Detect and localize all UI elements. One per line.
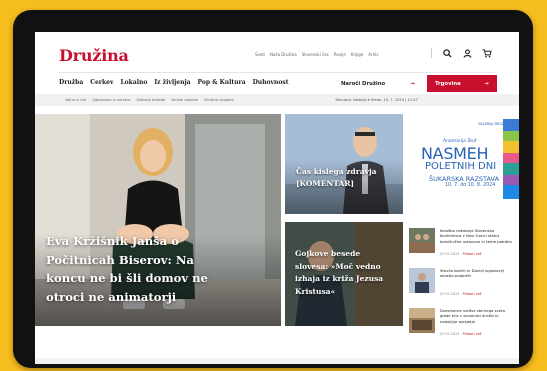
news-list: Koroška nekdanja Slovenska Konferenca v … <box>409 228 519 348</box>
header-tools <box>431 48 492 58</box>
date-info: Trenutno: Nedelja ▾ Sreda, 10. 7. 2024 |… <box>335 98 418 102</box>
shop-label: Trgovina <box>435 80 461 87</box>
top-link[interactable]: Naša Družina <box>270 52 297 57</box>
news-thumbnail <box>409 308 435 333</box>
news-date: 07.07.2024 <box>440 292 460 296</box>
article-card[interactable]: Čas kislega zdravja [KOMENTAR] <box>285 114 403 214</box>
nav-item-pop-kultura[interactable]: Pop & Kultura <box>198 79 246 86</box>
news-date: 07.07.2024 <box>440 332 460 336</box>
news-meta: 07.07.2024 · Preberi več <box>440 252 482 256</box>
arrow-right-icon: → <box>410 80 415 87</box>
list-item[interactable]: Dvosmerne volitve zbirnega sveta glede k… <box>409 308 519 344</box>
browser-screen: Družina Sveti Naša Družina Slovenski čas… <box>35 32 519 364</box>
ad-subheadline: POLETNIH DNI <box>425 161 497 172</box>
top-links: Sveti Naša Družina Slovenski čas Revije … <box>255 52 379 57</box>
cart-icon[interactable] <box>482 48 492 58</box>
card-photo <box>285 114 403 214</box>
top-link[interactable]: Knjige <box>351 52 363 57</box>
user-icon[interactable] <box>462 48 472 58</box>
news-thumbnail <box>409 268 435 293</box>
top-link[interactable]: Sveti <box>255 52 265 57</box>
nav-item-cerkev[interactable]: Cerkev <box>90 79 113 86</box>
nav-item-lokalno[interactable]: Lokalno <box>120 79 147 86</box>
header-divider <box>59 72 495 73</box>
ad-exhibition: ŠUKARSKA RAZSTAVA <box>429 175 500 183</box>
article-title[interactable]: Gojkove besede slovesa: »Moč vedno izhaj… <box>295 248 395 298</box>
read-more-link[interactable]: Preberi več <box>463 332 482 336</box>
news-thumbnail <box>409 228 435 253</box>
search-icon[interactable] <box>442 48 452 58</box>
read-more-link[interactable]: Preberi več <box>463 252 482 256</box>
read-more-link[interactable]: Preberi več <box>463 292 482 296</box>
news-title[interactable]: Dvosmerne volitve zbirnega sveta glede k… <box>440 308 516 324</box>
news-meta: 07.07.2024 · Preberi več <box>440 332 482 336</box>
tag-link[interactable]: Vojna in mir <box>65 98 86 102</box>
article-card[interactable]: Gojkove besede slovesa: »Moč vedno izhaj… <box>285 222 403 326</box>
tablet-frame: Družina Sveti Naša Družina Slovenski čas… <box>13 10 533 368</box>
tag-link[interactable]: Zgodovina in verstva <box>92 98 130 102</box>
tag-link[interactable]: Družina vpogled <box>204 98 233 102</box>
nav-item-iz-zivljenja[interactable]: Iz življenja <box>154 79 190 86</box>
hero-title[interactable]: Eva Kržišnik Janša o Počitnicah Biserov:… <box>46 232 236 306</box>
ad-dates: 10. 7. do 10. 8. 2024 <box>445 183 496 188</box>
news-date: 07.07.2024 <box>440 252 460 256</box>
list-item[interactable]: Koroška nekdanja Slovenska Konferenca v … <box>409 228 519 264</box>
divider <box>431 48 432 58</box>
main-nav: Družba Cerkev Lokalno Iz življenja Pop &… <box>59 79 289 86</box>
tag-link[interactable]: Gojkove besede <box>136 98 165 102</box>
list-item[interactable]: Stevilo bolnih in Davidi Jugoslaviji okr… <box>409 268 519 304</box>
top-link[interactable]: Arhiv <box>368 52 378 57</box>
exhibition-ad[interactable]: GALERIJA DRUŽINA Anamarija Štuf NASMEH P… <box>415 119 519 212</box>
tag-link[interactable]: Verske vsebine <box>171 98 198 102</box>
news-title[interactable]: Koroška nekdanja Slovenska Konferenca v … <box>440 228 516 244</box>
article-title[interactable]: Čas kislega zdravja [KOMENTAR] <box>296 166 386 189</box>
tag-list: Vojna in mir Zgodovina in verstva Gojkov… <box>65 98 234 102</box>
news-meta: 07.07.2024 · Preberi več <box>440 292 482 296</box>
top-link[interactable]: Slovenski čas <box>302 52 329 57</box>
hero-article[interactable]: Eva Kržišnik Janša o Počitnicah Biserov:… <box>35 114 281 326</box>
top-link[interactable]: Revije <box>334 52 346 57</box>
subscribe-label: Naroči Družino <box>341 80 386 87</box>
nav-item-druzba[interactable]: Družba <box>59 79 83 86</box>
nav-item-duhovnost[interactable]: Duhovnost <box>253 79 289 86</box>
site-logo[interactable]: Družina <box>59 46 129 65</box>
subscribe-button[interactable]: Naroči Družino → <box>335 75 421 92</box>
ad-artwork <box>503 119 519 199</box>
arrow-right-icon: → <box>484 80 489 87</box>
shop-button[interactable]: Trgovina → <box>427 75 497 92</box>
section-divider <box>35 358 519 364</box>
news-title[interactable]: Stevilo bolnih in Davidi Jugoslaviji okr… <box>440 268 516 279</box>
